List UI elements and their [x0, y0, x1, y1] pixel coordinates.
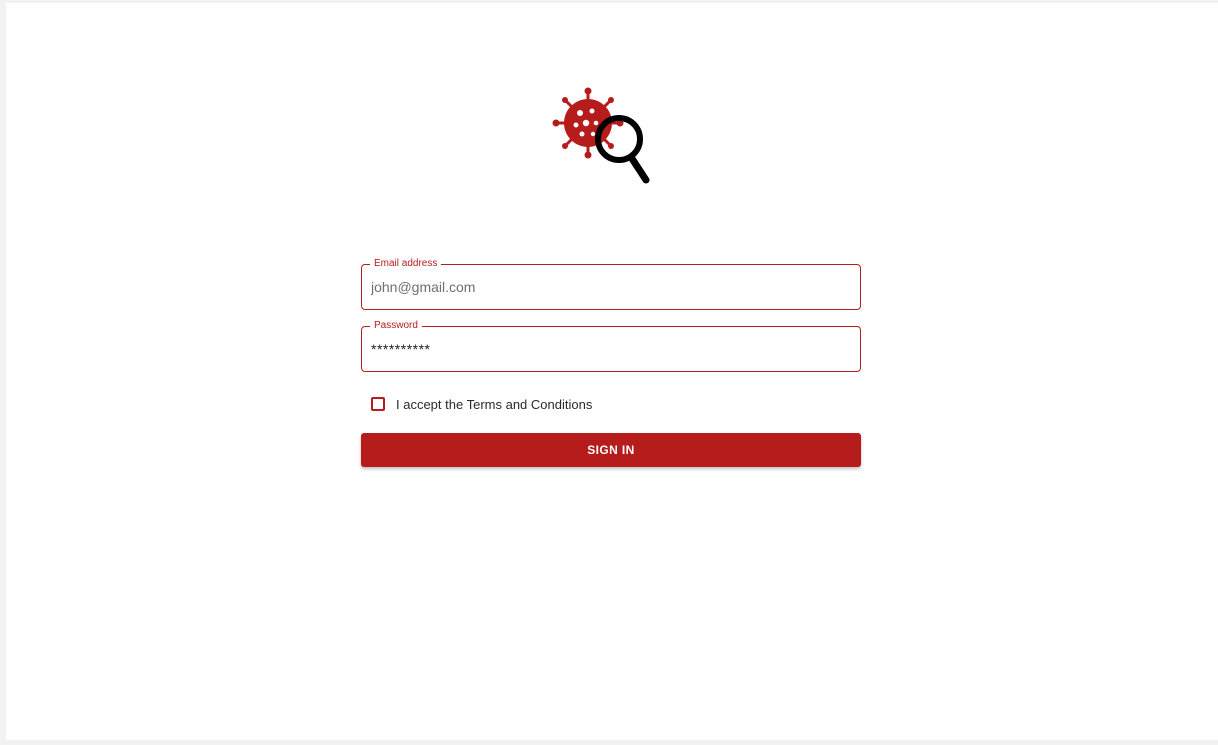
- terms-checkbox[interactable]: [371, 397, 385, 411]
- magnifier-icon: [595, 115, 650, 184]
- terms-label[interactable]: I accept the Terms and Conditions: [396, 397, 592, 412]
- virus-magnifier-logo-icon: [552, 87, 650, 184]
- email-field: Email address: [361, 258, 861, 310]
- email-input[interactable]: [362, 265, 860, 309]
- password-field: Password: [361, 320, 861, 372]
- virus-icon: [552, 87, 624, 159]
- terms-row: I accept the Terms and Conditions: [371, 394, 592, 414]
- login-page: Email address Password I accept the Term…: [6, 3, 1218, 740]
- password-input[interactable]: [362, 327, 860, 371]
- sign-in-button[interactable]: SIGN IN: [361, 433, 861, 467]
